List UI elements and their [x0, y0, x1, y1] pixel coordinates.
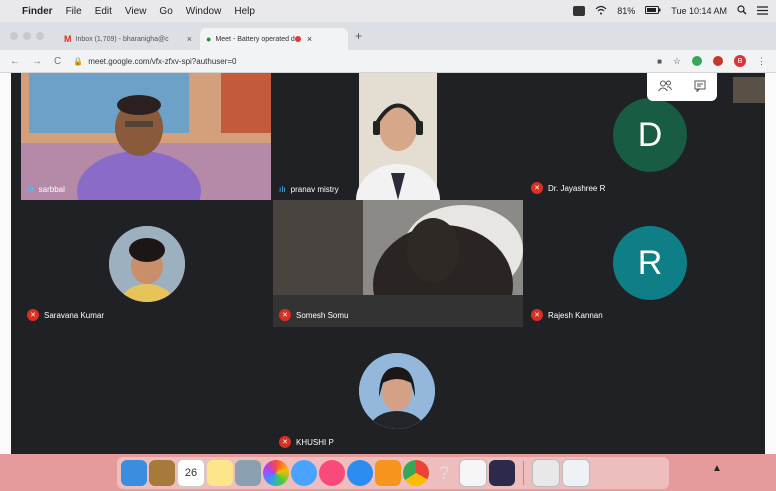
- new-tab-button[interactable]: +: [355, 29, 362, 43]
- address-bar: ← → C 🔒 meet.google.com/vfx-zfxv-spi?aut…: [0, 50, 776, 73]
- dock: 26 ?: [117, 457, 669, 489]
- obs-icon[interactable]: [489, 460, 515, 486]
- photos-icon[interactable]: [263, 460, 289, 486]
- chrome-icon[interactable]: [403, 460, 429, 486]
- participant-tile[interactable]: R ✕ Rajesh Kannan: [525, 200, 765, 327]
- document-icon[interactable]: [459, 459, 487, 487]
- meeting-controls-panel: [647, 73, 717, 101]
- close-window-icon[interactable]: [10, 32, 18, 40]
- notes-folder-icon[interactable]: [149, 460, 175, 486]
- music-icon[interactable]: [319, 460, 345, 486]
- back-icon[interactable]: ←: [10, 56, 20, 67]
- tab-strip: M Inbox (1,709) - bharanigha@c × ● Meet …: [0, 22, 776, 50]
- close-tab-icon[interactable]: ×: [307, 34, 312, 44]
- mic-off-icon: ✕: [279, 309, 291, 321]
- mic-off-icon: ✕: [279, 436, 291, 448]
- meet-icon: ●: [206, 34, 212, 44]
- chat-icon[interactable]: [694, 80, 706, 95]
- participant-tile[interactable]: ✕ KHUSHI P: [273, 327, 523, 454]
- participant-tile[interactable]: ✕ Somesh Somu: [273, 200, 523, 327]
- mic-off-icon: ✕: [27, 309, 39, 321]
- finder-icon[interactable]: [121, 460, 147, 486]
- gmail-icon: M: [64, 34, 72, 44]
- mic-off-icon: ✕: [531, 309, 543, 321]
- minimize-window-icon[interactable]: [23, 32, 31, 40]
- menu-file[interactable]: File: [66, 6, 82, 17]
- tab-gmail[interactable]: M Inbox (1,709) - bharanigha@c ×: [58, 28, 198, 50]
- screen: Finder File Edit View Go Window Help 81%…: [0, 0, 776, 491]
- extension-icon[interactable]: [713, 56, 723, 66]
- speaking-indicator-icon: ıIı: [279, 185, 286, 194]
- participant-avatar-photo: [359, 353, 435, 429]
- participant-initial-avatar: D: [613, 98, 687, 172]
- app-store-icon[interactable]: [347, 460, 373, 486]
- participant-initial-avatar: R: [613, 226, 687, 300]
- self-view-thumbnail[interactable]: [733, 77, 765, 103]
- menu-help[interactable]: Help: [234, 6, 255, 17]
- calendar-icon[interactable]: 26: [177, 459, 205, 487]
- reload-icon[interactable]: C: [54, 56, 61, 67]
- close-tab-icon[interactable]: ×: [187, 34, 192, 44]
- participant-name: pranav mistry: [290, 185, 339, 194]
- zoom-window-icon[interactable]: [36, 32, 44, 40]
- lock-icon[interactable]: 🔒: [73, 57, 83, 66]
- mic-off-icon: ✕: [531, 182, 543, 194]
- extension-icon[interactable]: [692, 56, 702, 66]
- books-icon[interactable]: [375, 460, 401, 486]
- recording-indicator-icon: [294, 36, 301, 42]
- help-icon[interactable]: ?: [431, 460, 457, 486]
- participant-tile[interactable]: ıIı pranav mistry: [273, 73, 523, 200]
- menu-app-name[interactable]: Finder: [22, 6, 53, 17]
- participant-name: KHUSHI P: [296, 437, 334, 447]
- menu-bar: Finder File Edit View Go Window Help 81%…: [0, 0, 776, 22]
- tab-title: Inbox (1,709) - bharanigha@c: [75, 35, 169, 43]
- meet-grid: ıIı sarbbal ıIı pranav mistry D ✕ Dr. Ja…: [11, 73, 765, 454]
- bookmark-star-icon[interactable]: ☆: [673, 56, 681, 67]
- participant-name: sarbbal: [38, 185, 65, 194]
- menu-clock[interactable]: Tue 10:14 AM: [671, 6, 727, 16]
- window-controls: [10, 32, 44, 40]
- participant-video: [356, 73, 440, 200]
- battery-icon[interactable]: [645, 6, 661, 16]
- wifi-icon[interactable]: [595, 5, 607, 17]
- mouse-cursor-icon: ▲: [712, 463, 722, 474]
- participant-tile[interactable]: D ✕ Dr. Jayashree R: [525, 73, 765, 200]
- participants-icon[interactable]: [658, 80, 672, 95]
- participant-name: Rajesh Kannan: [548, 310, 603, 320]
- status-area: 81% Tue 10:14 AM: [573, 5, 776, 17]
- messages-icon[interactable]: [291, 460, 317, 486]
- menu-go[interactable]: Go: [159, 6, 172, 17]
- status-app-icon[interactable]: [573, 6, 586, 16]
- participant-video: [21, 73, 271, 200]
- downloads-stack-icon[interactable]: [532, 459, 560, 487]
- preview-icon[interactable]: [235, 460, 261, 486]
- menu-view[interactable]: View: [125, 6, 147, 17]
- menu-edit[interactable]: Edit: [95, 6, 112, 17]
- participant-name: Somesh Somu: [296, 310, 349, 320]
- url-field[interactable]: meet.google.com/vfx-zfxv-spi?authuser=0: [88, 57, 236, 66]
- menu-window[interactable]: Window: [186, 6, 222, 17]
- tab-title: Meet - Battery operated d: [215, 35, 295, 43]
- participant-tile[interactable]: ✕ Saravana Kumar: [21, 200, 271, 327]
- participant-name: Saravana Kumar: [44, 310, 105, 320]
- participant-avatar-photo: [109, 226, 185, 302]
- notes-icon[interactable]: [207, 460, 233, 486]
- battery-percent[interactable]: 81%: [617, 6, 635, 16]
- speaking-indicator-icon: ıIı: [27, 185, 34, 194]
- tab-meet[interactable]: ● Meet - Battery operated d ×: [200, 28, 348, 50]
- trash-icon[interactable]: [562, 459, 590, 487]
- participant-video: [273, 200, 523, 327]
- camera-indicator-icon[interactable]: ■: [657, 57, 662, 66]
- dock-divider: [523, 461, 524, 485]
- control-center-icon[interactable]: [757, 5, 768, 17]
- forward-icon[interactable]: →: [32, 56, 42, 67]
- browser-menu-icon[interactable]: ⋮: [757, 56, 766, 67]
- participant-tile[interactable]: ıIı sarbbal: [21, 73, 271, 200]
- profile-avatar[interactable]: B: [734, 55, 746, 67]
- participant-name: Dr. Jayashree R: [548, 183, 606, 193]
- spotlight-icon[interactable]: [737, 5, 747, 17]
